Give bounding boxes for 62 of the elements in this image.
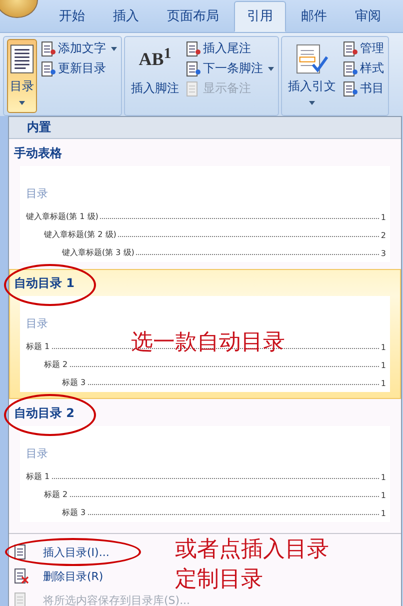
page-number: 1	[380, 213, 386, 222]
annotation-text: 选一款自动目录	[131, 329, 285, 357]
ribbon-button[interactable]: 下一条脚注	[184, 59, 275, 78]
page-number: 1	[380, 361, 386, 370]
document-icon	[342, 60, 358, 76]
ribbon-button[interactable]: 插入尾注	[184, 39, 275, 58]
document-icon	[10, 44, 34, 74]
footnote-icon: AB$^{1}$	[138, 46, 172, 76]
ribbon-button[interactable]: 样式	[341, 59, 385, 78]
page-number: 1	[380, 509, 386, 518]
toc-entry: 键入章标题(第 2 级)	[44, 229, 116, 240]
ribbon-button[interactable]: 插入引文	[285, 39, 339, 113]
ribbon-tab[interactable]: 引用	[234, 1, 286, 32]
page-number: 1	[380, 379, 386, 388]
gallery-item[interactable]: 自动目录 2 目录 标题 1 1 标题 2 1 标题 3 1	[9, 399, 401, 529]
preview-title: 目录	[26, 316, 49, 331]
page-number: 1	[380, 343, 386, 352]
toc-entry: 键入章标题(第 3 级)	[62, 247, 134, 258]
page-number: 3	[380, 249, 386, 258]
gallery-item-title: 手动表格	[14, 145, 63, 162]
document-icon	[185, 40, 201, 56]
toc-entry: 标题 1	[26, 471, 50, 482]
toc-entry: 标题 3	[62, 507, 86, 518]
ribbon-button[interactable]: 添加文字	[39, 39, 118, 58]
section-header: 内置	[9, 117, 401, 139]
ribbon-button[interactable]: AB$^{1}$ 插入脚注	[128, 39, 182, 113]
toc-entry: 标题 2	[44, 489, 68, 500]
caret-icon	[111, 46, 117, 50]
preview-title: 目录	[26, 186, 49, 201]
menu-item[interactable]: 删除目录(R)	[9, 564, 104, 588]
toc-entry: 标题 1	[26, 341, 50, 352]
delete-document-icon	[13, 568, 29, 584]
ribbon-tab[interactable]: 审阅	[342, 1, 394, 32]
caret-icon	[268, 66, 274, 70]
document-icon	[185, 60, 201, 76]
preview-title: 目录	[26, 446, 49, 461]
ribbon-button[interactable]: 管理	[341, 39, 385, 58]
document-icon	[40, 60, 56, 76]
citation-icon	[296, 44, 328, 74]
page-number: 1	[380, 491, 386, 500]
gallery-item-title: 自动目录 2	[14, 405, 76, 422]
document-icon	[342, 80, 358, 96]
toc-entry: 标题 3	[62, 377, 86, 388]
gallery-item-title: 自动目录 1	[14, 275, 76, 292]
caret-icon	[19, 101, 25, 105]
document-icon	[40, 40, 56, 56]
ribbon-button[interactable]: 书目	[341, 79, 385, 98]
page-number: 1	[380, 473, 386, 482]
ribbon-button[interactable]: 更新目录	[39, 59, 118, 78]
ribbon-tab[interactable]: 邮件	[288, 1, 340, 32]
toc-entry: 键入章标题(第 1 级)	[26, 211, 98, 222]
ribbon-tab[interactable]: 页面布局	[154, 1, 232, 32]
page-number: 2	[380, 231, 386, 240]
ribbon-tab[interactable]: 开始	[46, 1, 98, 32]
caret-icon	[309, 101, 315, 105]
ribbon-button[interactable]: 目录	[7, 39, 37, 113]
gallery-item[interactable]: 手动表格 目录 键入章标题(第 1 级) 1 键入章标题(第 2 级) 2 键入章标题(第 3 级) 3	[9, 139, 401, 269]
annotation-text: 或者点插入目录	[175, 536, 329, 564]
toc-entry: 标题 2	[44, 359, 68, 370]
document-icon	[342, 40, 358, 56]
menu-item[interactable]: 插入目录(I)...	[9, 540, 110, 564]
ribbon-tab[interactable]: 插入	[100, 1, 152, 32]
